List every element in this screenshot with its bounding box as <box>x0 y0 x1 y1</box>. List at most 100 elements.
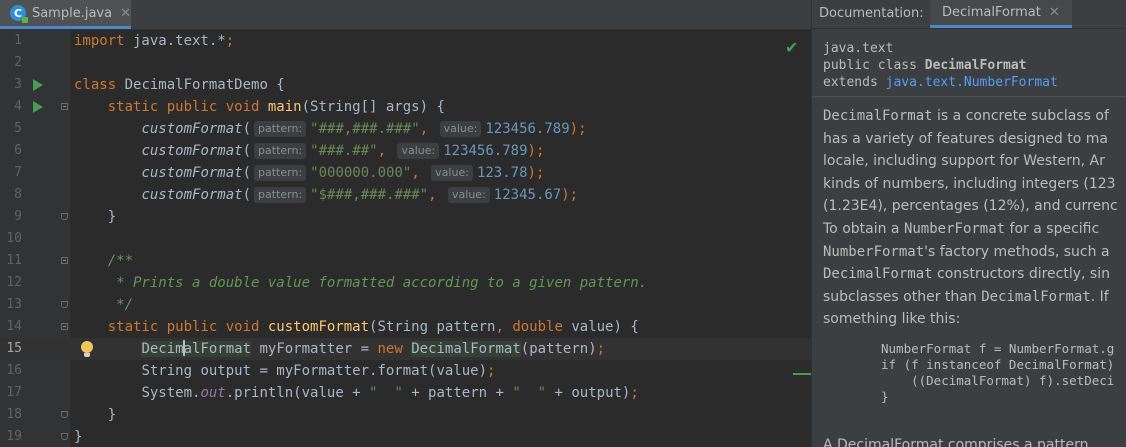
close-icon[interactable]: ✕ <box>1049 5 1060 20</box>
doc-line: To obtain a NumberFormat for a specific <box>823 218 1126 241</box>
line-number: 7 <box>14 165 22 180</box>
fold-icon[interactable] <box>61 323 68 330</box>
doc-line: locale, including support for Western, A… <box>823 150 1126 173</box>
line-number: 17 <box>6 385 22 400</box>
fold-icon[interactable] <box>61 257 68 264</box>
documentation-label: Documentation: <box>819 6 924 21</box>
tab-label: Sample.java <box>31 5 113 21</box>
code-token: alFormat <box>183 341 252 357</box>
fold-icon[interactable] <box>61 301 68 308</box>
code-line[interactable]: 12 * Prints a double value formatted acc… <box>0 272 811 294</box>
code-token: customFormat <box>141 187 243 203</box>
code-line[interactable]: 10 <box>0 228 811 250</box>
line-number: 4 <box>14 99 22 114</box>
doc-code-line: if (f instanceof DecimalFormat) <box>881 357 1115 372</box>
code-line[interactable]: 13 */ <box>0 294 811 316</box>
code-token: } <box>107 407 117 423</box>
doc-line: DecimalFormat is a concrete subclass of <box>823 105 1126 128</box>
doc-line: something like this: <box>823 308 1126 331</box>
parameter-hint: pattern: <box>254 165 307 181</box>
code-token: /** <box>107 253 134 269</box>
doc-line: NumberFormat's factory methods, such a <box>823 241 1126 264</box>
code-token: " " <box>369 385 403 401</box>
doc-text: for a specific <box>1005 220 1100 237</box>
line-number: 6 <box>14 143 22 158</box>
code-token: static public void <box>107 99 260 115</box>
code-line[interactable]: 14 static public void customFormat(Strin… <box>0 316 811 338</box>
code-editor[interactable]: C Sample.java ✕ ✔ 1 import java.text.*; … <box>0 0 811 447</box>
code-token: 123456.789 <box>485 121 570 137</box>
code-token: , <box>411 165 429 181</box>
doc-text: To obtain a <box>823 220 904 237</box>
close-icon[interactable]: ✕ <box>120 6 131 21</box>
code-line-current[interactable]: 15 DecimalFormat myFormatter = new Decim… <box>0 338 811 360</box>
code-token: */ <box>107 297 134 313</box>
fold-icon[interactable] <box>61 213 68 220</box>
code-token: } <box>107 209 117 225</box>
tab-label: DecimalFormat <box>942 5 1041 20</box>
code-line[interactable]: 5 customFormat(pattern: "###,###.###", va… <box>0 118 811 140</box>
code-line[interactable]: 4 static public void main(String[] args)… <box>0 96 811 118</box>
line-number: 10 <box>6 231 22 246</box>
run-icon[interactable] <box>33 79 43 91</box>
fold-icon[interactable] <box>61 411 68 418</box>
code-line[interactable]: 11 /** <box>0 250 811 272</box>
code-token: , <box>428 187 446 203</box>
line-number: 1 <box>14 33 22 48</box>
doc-line: DecimalFormat constructors directly, sin <box>823 263 1126 286</box>
superclass-link[interactable]: java.text.NumberFormat <box>886 75 1058 90</box>
code-token: class <box>74 77 117 93</box>
code-line[interactable]: 18 } <box>0 404 811 426</box>
code-token: .println(value + <box>225 385 370 401</box>
code-line[interactable]: 17 System.out.println(value + " " + patt… <box>0 382 811 404</box>
code-token: value) { <box>562 319 639 335</box>
line-number: 18 <box>6 407 22 422</box>
code-token: customFormat <box>141 121 243 137</box>
code-token: customFormat <box>141 165 243 181</box>
code-line[interactable]: 1 import java.text.*; <box>0 30 811 52</box>
line-number: 13 <box>6 297 22 312</box>
doc-text: NumberFormat <box>823 243 925 260</box>
code-token: ; <box>225 33 235 49</box>
fold-icon[interactable] <box>61 433 68 440</box>
code-token: new <box>377 341 403 357</box>
doc-class-name: DecimalFormat <box>924 58 1027 73</box>
documentation-tab-bar: Documentation: DecimalFormat ✕ <box>812 0 1126 29</box>
code-line[interactable]: 19 } <box>0 426 811 447</box>
documentation-panel[interactable]: Documentation: DecimalFormat ✕ java.text… <box>811 0 1126 447</box>
code-line[interactable]: 7 customFormat(pattern: "000000.000", val… <box>0 162 811 184</box>
doc-text: something like this: <box>823 311 961 328</box>
editor-tab-bar: C Sample.java ✕ <box>0 0 811 30</box>
tab-decimalformat[interactable]: DecimalFormat ✕ <box>930 0 1072 28</box>
code-line[interactable]: 8 customFormat(pattern: "$###,###.###", v… <box>0 184 811 206</box>
code-token: ); <box>569 121 587 137</box>
doc-text-cutoff: A DecimalFormat comprises a pattern <box>823 437 1089 447</box>
code-token: (pattern) <box>520 341 597 357</box>
code-token: 12345.67 <box>493 187 562 203</box>
doc-text: DecimalFormat <box>823 266 933 283</box>
parameter-hint: value: <box>439 121 482 137</box>
parameter-hint: pattern: <box>254 143 307 159</box>
code-token: ; <box>596 341 606 357</box>
code-token: System. <box>141 385 201 401</box>
code-line[interactable]: 3 class DecimalFormatDemo { <box>0 74 811 96</box>
doc-text: DecimalFormat <box>981 288 1091 305</box>
code-line[interactable]: 9 } <box>0 206 811 228</box>
code-line[interactable]: 16 String output = myFormatter.format(va… <box>0 360 811 382</box>
code-token: import <box>74 33 125 49</box>
code-token: (String pattern <box>369 319 496 335</box>
code-token: * Prints a double value formatted accord… <box>107 275 648 291</box>
code-token: "###,###.###" <box>310 121 420 137</box>
doc-code-line: NumberFormat f = NumberFormat.g <box>881 341 1115 356</box>
code-line[interactable]: 2 <box>0 52 811 74</box>
run-icon[interactable] <box>33 101 43 113</box>
code-token: + output) <box>546 385 631 401</box>
line-number: 3 <box>14 77 22 92</box>
code-token: double <box>512 319 563 335</box>
line-number: 15 <box>6 341 22 356</box>
code-token: main <box>267 99 302 115</box>
tab-sample-java[interactable]: C Sample.java ✕ <box>0 0 131 29</box>
fold-icon[interactable] <box>61 103 68 110</box>
code-line[interactable]: 6 customFormat(pattern: "###.##", value: 1… <box>0 140 811 162</box>
